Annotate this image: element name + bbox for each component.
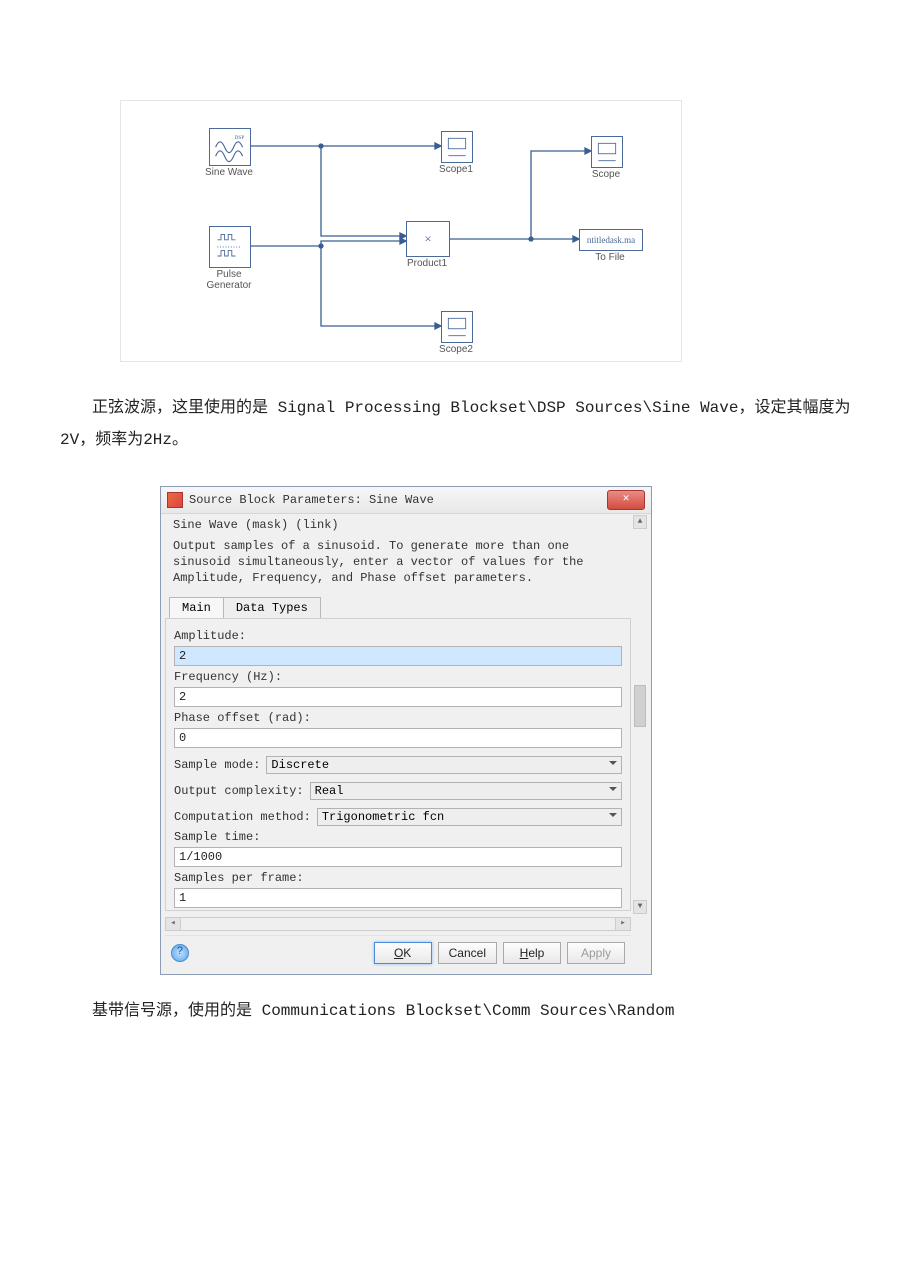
sample-time-input[interactable] xyxy=(174,847,622,867)
product1-label: Product1 xyxy=(407,258,447,269)
block-pulse-generator xyxy=(209,226,251,268)
sine-wave-icon: DSP xyxy=(212,131,248,163)
apply-button[interactable]: Apply xyxy=(567,942,625,964)
dialog-title: Source Block Parameters: Sine Wave xyxy=(189,493,434,507)
help-button[interactable]: Help xyxy=(503,942,561,964)
scroll-left-icon[interactable]: ◂ xyxy=(166,918,181,930)
mask-title: Sine Wave (mask) (link) xyxy=(165,514,631,534)
block-scope1 xyxy=(441,131,473,163)
phase-label: Phase offset (rad): xyxy=(174,711,622,725)
dialog-horizontal-scrollbar[interactable]: ◂ ▸ xyxy=(165,917,631,931)
scroll-down-icon[interactable]: ▼ xyxy=(633,900,647,914)
block-scope2 xyxy=(441,311,473,343)
amplitude-input[interactable] xyxy=(174,646,622,666)
tofile-label: To File xyxy=(595,252,624,263)
block-tofile: ntitledask.ma xyxy=(579,229,643,251)
cancel-button[interactable]: Cancel xyxy=(438,942,497,964)
scope-icon xyxy=(444,314,470,340)
help-icon[interactable]: ? xyxy=(171,944,189,962)
dialog-sine-wave-params: Source Block Parameters: Sine Wave ✕ ▲ ▼… xyxy=(160,486,652,975)
sample-time-label: Sample time: xyxy=(174,830,622,844)
scope-label: Scope xyxy=(592,169,620,180)
frequency-input[interactable] xyxy=(174,687,622,707)
output-complexity-select[interactable]: Real xyxy=(310,782,622,800)
computation-method-label: Computation method: xyxy=(174,810,311,824)
simulink-icon xyxy=(167,492,183,508)
tofile-filename: ntitledask.ma xyxy=(587,235,635,245)
simulink-diagram: DSP Sine Wave PulseGenerator Scope1 xyxy=(120,100,682,362)
dialog-vertical-scrollbar[interactable]: ▲ ▼ xyxy=(633,515,647,914)
scope2-label: Scope2 xyxy=(439,344,473,355)
scope-icon xyxy=(594,139,620,165)
tab-main[interactable]: Main xyxy=(169,597,224,618)
samples-per-frame-input[interactable] xyxy=(174,888,622,908)
block-product1: × xyxy=(406,221,450,257)
body-paragraph-2: 基带信号源，使用的是 Communications Blockset\Comm … xyxy=(60,995,860,1027)
block-sine-wave: DSP xyxy=(209,128,251,166)
sample-mode-select[interactable]: Discrete xyxy=(266,756,622,774)
pulse-gen-label: PulseGenerator xyxy=(206,269,251,291)
ok-button[interactable]: OK xyxy=(374,942,432,964)
samples-per-frame-label: Samples per frame: xyxy=(174,871,622,885)
svg-text:DSP: DSP xyxy=(235,135,245,141)
scope-icon xyxy=(444,134,470,160)
frequency-label: Frequency (Hz): xyxy=(174,670,622,684)
scroll-track[interactable] xyxy=(181,918,615,930)
computation-method-select[interactable]: Trigonometric fcn xyxy=(317,808,622,826)
tab-panel-main: Amplitude: Frequency (Hz): Phase offset … xyxy=(165,618,631,911)
sample-mode-label: Sample mode: xyxy=(174,758,260,772)
scroll-thumb[interactable] xyxy=(634,685,646,727)
scroll-up-icon[interactable]: ▲ xyxy=(633,515,647,529)
tab-data-types[interactable]: Data Types xyxy=(223,597,321,618)
block-scope xyxy=(591,136,623,168)
multiply-icon: × xyxy=(407,222,449,256)
mask-description: Output samples of a sinusoid. To generat… xyxy=(165,534,631,595)
output-complexity-label: Output complexity: xyxy=(174,784,304,798)
sine-wave-label: Sine Wave xyxy=(205,167,253,178)
close-button[interactable]: ✕ xyxy=(607,490,645,510)
pulse-icon xyxy=(212,229,248,265)
scope1-label: Scope1 xyxy=(439,164,473,175)
dialog-titlebar[interactable]: Source Block Parameters: Sine Wave ✕ xyxy=(161,487,651,514)
phase-input[interactable] xyxy=(174,728,622,748)
body-paragraph-1: 正弦波源，这里使用的是 Signal Processing Blockset\D… xyxy=(60,392,860,456)
amplitude-label: Amplitude: xyxy=(174,629,622,643)
scroll-right-icon[interactable]: ▸ xyxy=(615,918,630,930)
